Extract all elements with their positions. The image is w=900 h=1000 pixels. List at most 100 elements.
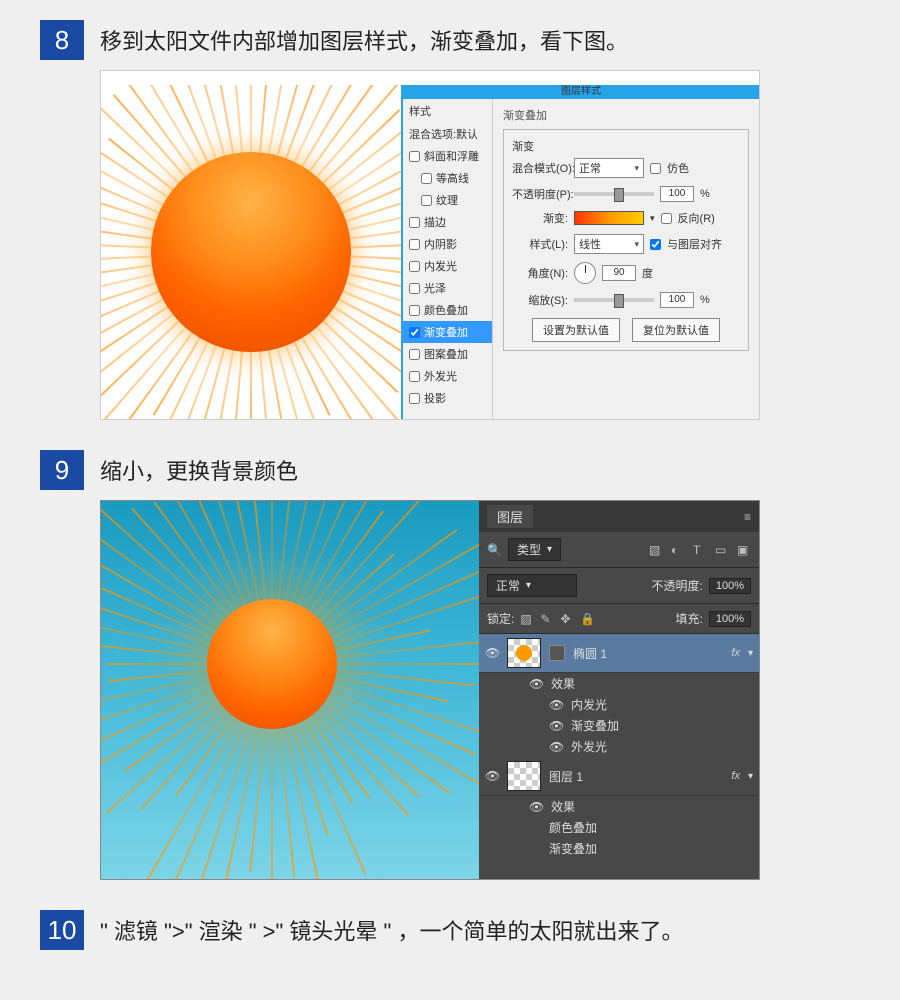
style-pattern-overlay[interactable]: 图案叠加: [403, 343, 492, 365]
figure-2: 图层 ≡ 🔍 类型 ▧ ◐ T ▭ ▣ 正常 不透明度: 100%: [100, 500, 860, 880]
angle-dial[interactable]: [574, 262, 596, 284]
layer-name[interactable]: 图层 1: [549, 768, 723, 785]
opacity-value[interactable]: 100%: [709, 578, 751, 594]
dither-label: 仿色: [667, 160, 689, 176]
label: 等高线: [436, 170, 469, 186]
label: 内发光: [424, 258, 457, 274]
style-label: 样式(L):: [512, 236, 568, 252]
label: 颜色叠加: [424, 302, 468, 318]
visibility-icon[interactable]: 👁: [549, 740, 563, 754]
checkbox[interactable]: [409, 239, 420, 250]
style-satin[interactable]: 光泽: [403, 277, 492, 299]
checkbox[interactable]: [409, 261, 420, 272]
filter-adjust-icon[interactable]: ◐: [671, 543, 685, 557]
opacity-value[interactable]: 100: [660, 186, 694, 202]
checkbox[interactable]: [409, 327, 420, 338]
style-inner-shadow[interactable]: 内阴影: [403, 233, 492, 255]
layer-thumb[interactable]: [507, 638, 541, 668]
visibility-icon[interactable]: 👁: [485, 646, 499, 660]
layer-row-ellipse[interactable]: 👁 椭圆 1 fx ▾: [479, 634, 759, 673]
opacity-slider[interactable]: [574, 192, 654, 196]
style-outer-glow[interactable]: 外发光: [403, 365, 492, 387]
lock-brush-icon[interactable]: ✎: [540, 612, 554, 626]
label: 纹理: [436, 192, 458, 208]
lock-all-icon[interactable]: 🔒: [580, 612, 594, 626]
checkbox[interactable]: [409, 305, 420, 316]
layer-thumb[interactable]: [507, 761, 541, 791]
style-bevel[interactable]: 斜面和浮雕: [403, 145, 492, 167]
visibility-icon[interactable]: 👁: [549, 719, 563, 733]
lock-transparent-icon[interactable]: ▨: [520, 612, 534, 626]
fx-header[interactable]: 👁效果: [479, 796, 759, 817]
unit: %: [700, 294, 710, 306]
style-stroke[interactable]: 描边: [403, 211, 492, 233]
scale-value[interactable]: 100: [660, 292, 694, 308]
scale-slider[interactable]: [574, 298, 654, 302]
style-texture[interactable]: 纹理: [403, 189, 492, 211]
blend-mode-select[interactable]: 正常: [574, 158, 644, 178]
fx-gradient-overlay[interactable]: 👁 渐变叠加: [479, 715, 759, 736]
collapse-icon[interactable]: ▾: [748, 648, 753, 659]
checkbox[interactable]: [421, 173, 432, 184]
layer-name[interactable]: 椭圆 1: [573, 645, 723, 662]
fx-header[interactable]: 👁效果: [479, 673, 759, 694]
visibility-icon[interactable]: 👁: [549, 698, 563, 712]
dialog-titlebar: 图层样式: [403, 85, 759, 99]
filter-kind-select[interactable]: 类型: [508, 538, 561, 561]
fx-color-overlay[interactable]: 颜色叠加: [479, 817, 759, 838]
opacity-label: 不透明度(P):: [512, 186, 568, 202]
style-drop-shadow[interactable]: 投影: [403, 387, 492, 409]
checkbox[interactable]: [409, 217, 420, 228]
filter-type-icon[interactable]: T: [693, 543, 707, 557]
group-title: 渐变: [512, 138, 740, 154]
filter-smart-icon[interactable]: ▣: [737, 543, 751, 557]
label: 斜面和浮雕: [424, 148, 479, 164]
collapse-icon[interactable]: ▾: [748, 771, 753, 782]
fx-name: 渐变叠加: [549, 840, 597, 857]
gradient-swatch[interactable]: [574, 211, 644, 225]
layer-row-layer1[interactable]: 👁 图层 1 fx ▾: [479, 757, 759, 796]
visibility-icon[interactable]: 👁: [529, 677, 543, 691]
checkbox[interactable]: [421, 195, 432, 206]
dither-checkbox[interactable]: [650, 163, 661, 174]
visibility-icon[interactable]: 👁: [529, 800, 543, 814]
reverse-checkbox[interactable]: [661, 213, 672, 224]
reverse-label: 反向(R): [678, 210, 715, 226]
fx-badge[interactable]: fx: [731, 647, 740, 659]
style-color-overlay[interactable]: 颜色叠加: [403, 299, 492, 321]
visibility-icon[interactable]: 👁: [485, 769, 499, 783]
fx-name: 渐变叠加: [571, 717, 619, 734]
step-text: 缩小，更换背景颜色: [100, 450, 298, 489]
vector-mask-thumb[interactable]: [549, 645, 565, 661]
align-layer-checkbox[interactable]: [650, 239, 661, 250]
fx-gradient-overlay[interactable]: 渐变叠加: [479, 838, 759, 859]
panel-menu-icon[interactable]: ≡: [744, 510, 751, 524]
filter-shape-icon[interactable]: ▭: [715, 543, 729, 557]
checkbox[interactable]: [409, 283, 420, 294]
style-select[interactable]: 线性: [574, 234, 644, 254]
lock-move-icon[interactable]: ✥: [560, 612, 574, 626]
checkbox[interactable]: [409, 393, 420, 404]
checkbox[interactable]: [409, 371, 420, 382]
style-contour[interactable]: 等高线: [403, 167, 492, 189]
scale-label: 缩放(S):: [512, 292, 568, 308]
style-inner-glow[interactable]: 内发光: [403, 255, 492, 277]
fx-outer-glow[interactable]: 👁外发光: [479, 736, 759, 757]
gradient-overlay-options: 渐变叠加 渐变 混合模式(O): 正常 仿色 不透明度(P):: [493, 99, 759, 419]
tab-layers[interactable]: 图层: [487, 505, 533, 528]
layer-list: 👁 椭圆 1 fx ▾ 👁效果 👁内发光 👁 渐变叠加 👁外发光 👁 图层 1 f…: [479, 634, 759, 879]
checkbox[interactable]: [409, 151, 420, 162]
blend-options[interactable]: 混合选项:默认: [403, 123, 492, 145]
set-default-button[interactable]: 设置为默认值: [532, 318, 620, 342]
style-gradient-overlay[interactable]: 渐变叠加: [403, 321, 492, 343]
lock-label: 锁定:: [487, 610, 514, 627]
fill-value[interactable]: 100%: [709, 611, 751, 627]
blend-mode-select[interactable]: 正常: [487, 574, 577, 597]
reset-default-button[interactable]: 复位为默认值: [632, 318, 720, 342]
fx-inner-glow[interactable]: 👁内发光: [479, 694, 759, 715]
panel-tabbar: 图层 ≡: [479, 501, 759, 532]
filter-image-icon[interactable]: ▧: [649, 543, 663, 557]
fx-badge[interactable]: fx: [731, 770, 740, 782]
angle-value[interactable]: 90: [602, 265, 636, 281]
checkbox[interactable]: [409, 349, 420, 360]
